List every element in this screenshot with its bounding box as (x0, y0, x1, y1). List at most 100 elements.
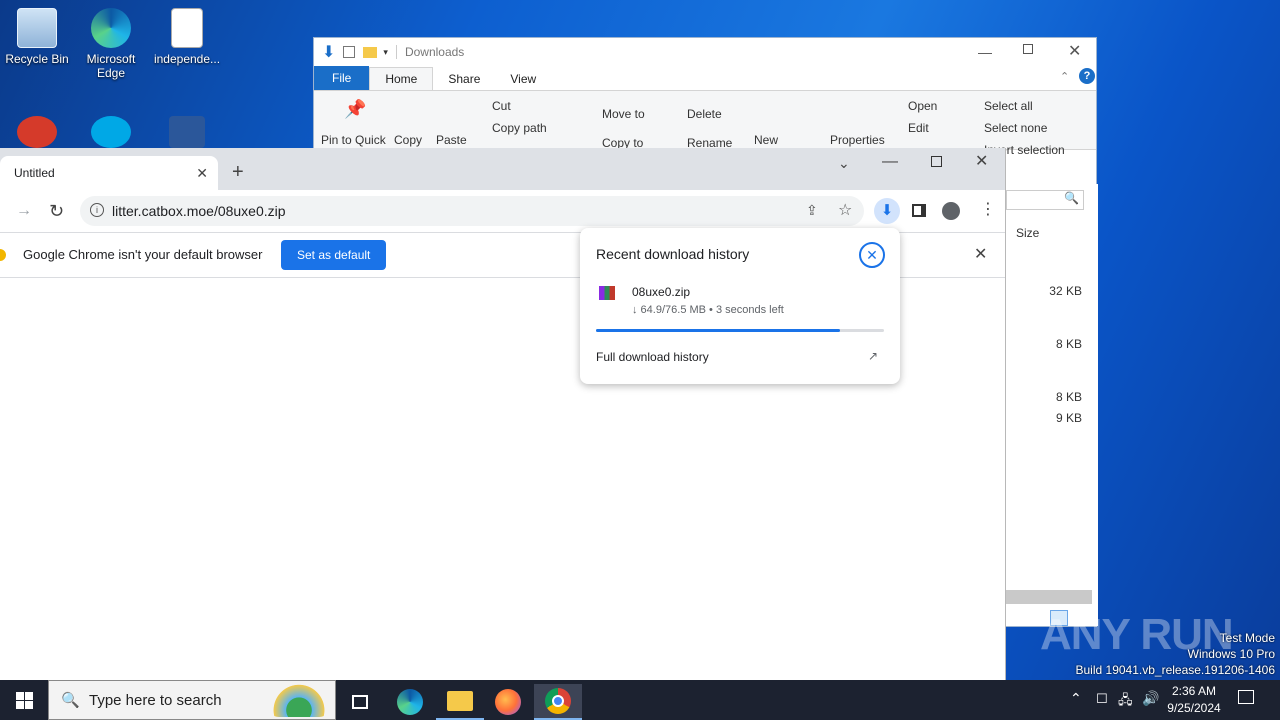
edge-icon (397, 689, 423, 715)
download-icon[interactable]: ⬇ (874, 198, 900, 224)
menu-icon[interactable]: ⋮ (980, 202, 996, 218)
full-history-label: Full download history (596, 350, 709, 364)
desktop-icon-file[interactable]: independe... (150, 8, 224, 66)
open-external-icon: ↗ (867, 349, 878, 363)
set-as-default-button[interactable]: Set as default (281, 240, 387, 270)
move-to-button[interactable]: Move to (602, 107, 645, 121)
search-box[interactable]: 🔍 (1006, 190, 1084, 210)
bubble-close-icon[interactable]: ✕ (859, 242, 885, 268)
taskbar-edge[interactable] (386, 684, 434, 720)
collapse-ribbon-icon[interactable]: ⌃ (1060, 70, 1069, 83)
download-arrow-icon: ⬇ (322, 44, 336, 61)
toolbar: → ↻ i litter.catbox.moe/08uxe0.zip ⇪ ☆ ⬇… (0, 190, 1005, 232)
close-icon[interactable]: ✕ (1068, 41, 1081, 61)
desktop-icon-label: Recycle Bin (5, 52, 69, 66)
new-tab-icon[interactable]: + (232, 162, 244, 182)
edit-button[interactable]: Edit (908, 121, 929, 135)
share-icon[interactable]: ⇪ (806, 202, 818, 219)
chrome-icon (545, 688, 571, 714)
explorer-titlebar: ⬇ ▾ Downloads — ✕ (314, 38, 1096, 66)
firefox-icon (495, 689, 521, 715)
chrome-logo-icon (0, 249, 6, 261)
paste-button[interactable]: Paste (436, 133, 467, 147)
vpn-icon[interactable]: ☐ (1096, 691, 1108, 707)
tab-file[interactable]: File (314, 66, 370, 90)
full-download-history-link[interactable]: Full download history ↗ (596, 349, 884, 364)
select-all-button[interactable]: Select all (984, 99, 1033, 113)
delete-button[interactable]: Delete (687, 107, 722, 121)
bubble-title: Recent download history (596, 246, 750, 262)
copy-path-button[interactable]: Copy path (492, 121, 547, 135)
address-bar[interactable]: i litter.catbox.moe/08uxe0.zip ⇪ ☆ (80, 196, 864, 226)
folder-icon (363, 46, 378, 58)
dropdown-icon[interactable]: ▾ (383, 47, 388, 58)
maximize-icon[interactable] (1023, 44, 1033, 54)
ribbon: 📌 Pin to Quick Copy Paste Cut Copy path … (314, 90, 1096, 157)
help-icon[interactable]: ? (1079, 68, 1095, 84)
download-bubble: Recent download history ✕ 08uxe0.zip ↓ 6… (580, 228, 900, 384)
maximize-icon[interactable] (931, 156, 942, 167)
tab-close-icon[interactable]: ✕ (196, 165, 208, 182)
minimize-icon[interactable]: — (978, 44, 992, 60)
recycle-bin-icon (17, 8, 57, 48)
side-panel-icon[interactable] (912, 204, 926, 217)
pin-to-quick-button[interactable]: Pin to Quick (321, 133, 386, 147)
new-folder-button[interactable]: New (754, 133, 778, 147)
document-icon (171, 8, 203, 48)
desktop-icon-label: Microsoft Edge (86, 52, 136, 80)
profile-icon[interactable] (942, 202, 960, 220)
pin-icon: 📌 (344, 99, 367, 119)
size-cell: 8 KB (1055, 390, 1082, 404)
copy-button[interactable]: Copy (394, 133, 422, 147)
task-view-icon (352, 695, 368, 709)
start-button[interactable] (0, 682, 48, 718)
infobar-message: Google Chrome isn't your default browser (23, 247, 263, 262)
properties-button[interactable]: Properties (830, 133, 885, 147)
infobar-close-icon[interactable]: ✕ (974, 247, 987, 263)
column-header-size[interactable]: Size (1016, 226, 1039, 240)
download-status: ↓ 64.9/76.5 MB • 3 seconds left (632, 304, 784, 316)
info-icon[interactable]: i (90, 203, 104, 217)
tab-view[interactable]: View (495, 68, 551, 90)
desktop-icon-label: independe... (153, 52, 221, 66)
taskbar-chrome[interactable] (534, 684, 582, 720)
horizontal-scrollbar[interactable] (1006, 590, 1092, 604)
cut-button[interactable]: Cut (492, 99, 511, 113)
taskbar-search[interactable]: 🔍 Type here to search (48, 680, 336, 720)
show-hidden-icons[interactable]: ⌃ (1070, 690, 1082, 707)
desktop-icon-edge[interactable]: Microsoft Edge (74, 8, 148, 80)
select-none-button[interactable]: Select none (984, 121, 1047, 135)
minimize-icon[interactable]: — (882, 154, 898, 170)
desktop-icon-recycle-bin[interactable]: Recycle Bin (0, 8, 74, 66)
desktop-icon-ccleaner[interactable] (0, 116, 74, 152)
folder-icon (447, 691, 473, 711)
desktop-icon-word[interactable] (150, 116, 224, 152)
test-mode-text: Test Mode Windows 10 Pro Build 19041.vb_… (1076, 630, 1276, 678)
size-cell: 9 KB (1055, 411, 1082, 425)
forward-icon[interactable]: → (16, 203, 32, 219)
taskbar-firefox[interactable] (484, 684, 532, 720)
browser-tab[interactable]: Untitled ✕ (0, 156, 218, 190)
tab-share[interactable]: Share (433, 68, 495, 90)
task-view-button[interactable] (336, 684, 384, 720)
reload-icon[interactable]: ↻ (49, 202, 64, 220)
size-cell: 32 KB (1049, 284, 1082, 298)
windows-logo-icon (15, 691, 33, 709)
search-highlight-icon (267, 683, 331, 717)
desktop-icon-skype[interactable] (74, 116, 148, 152)
taskbar: 🔍 Type here to search ⌃ ☐ 🖧 🔊 2:36 AM 9/… (0, 680, 1280, 720)
tab-home[interactable]: Home (369, 67, 434, 90)
volume-icon[interactable]: 🔊 (1142, 690, 1159, 707)
download-file-name[interactable]: 08uxe0.zip (632, 285, 690, 299)
open-button[interactable]: Open (908, 99, 937, 113)
search-placeholder: Type here to search (89, 691, 222, 709)
bookmark-star-icon[interactable]: ☆ (838, 200, 852, 220)
clock[interactable]: 2:36 AM 9/25/2024 (1164, 683, 1224, 717)
clock-time: 2:36 AM (1171, 684, 1217, 698)
network-icon[interactable]: 🖧 (1118, 691, 1133, 713)
tab-search-icon[interactable]: ⌄ (838, 156, 850, 170)
close-icon[interactable]: ✕ (975, 154, 988, 170)
notification-icon[interactable] (1238, 690, 1254, 704)
size-cell: 8 KB (1055, 337, 1082, 351)
taskbar-file-explorer[interactable] (436, 684, 484, 720)
